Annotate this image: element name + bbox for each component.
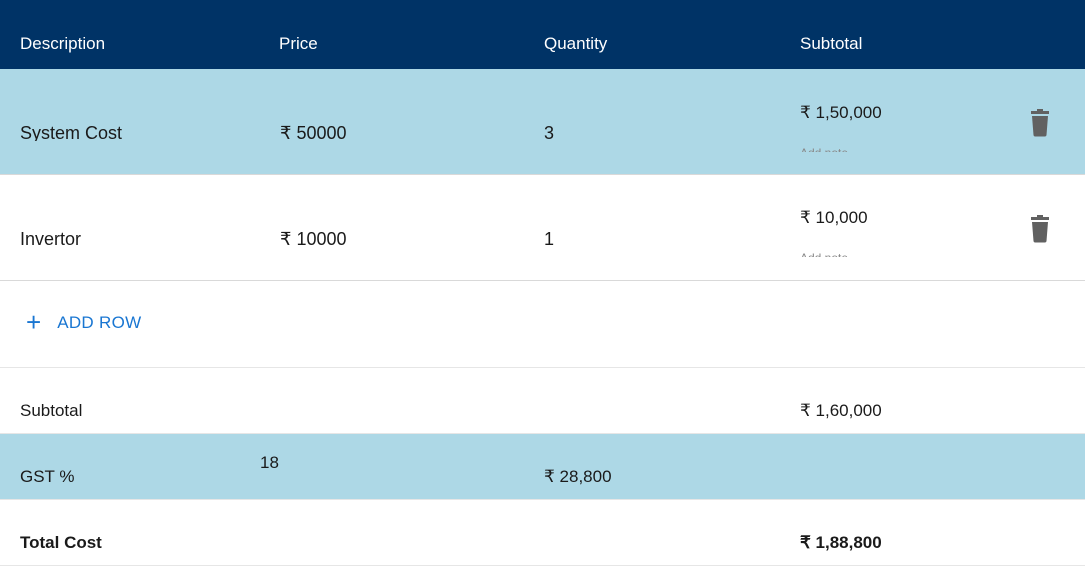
row-subtotal: ₹ 1,50,000 — [800, 103, 882, 122]
gst-row: GST % 18 ₹ 28,800 — [0, 434, 1085, 500]
total-label: Total Cost — [20, 533, 102, 552]
add-row-section: + ADD ROW — [0, 281, 1085, 368]
trash-icon[interactable] — [1028, 215, 1052, 243]
header-description: Description — [20, 34, 106, 53]
plus-icon: + — [26, 307, 42, 337]
table-row[interactable]: System Cost ₹ 50000 3 ₹ 1,50,000 Add not… — [0, 69, 1085, 175]
add-row-label: ADD ROW — [57, 313, 142, 332]
subtotal-row: Subtotal ₹ 1,60,000 — [0, 367, 1085, 434]
header-quantity: Quantity — [544, 34, 608, 53]
header-subtotal: Subtotal — [800, 34, 863, 53]
price-input[interactable]: ₹ 50000 — [280, 119, 500, 141]
total-row: Total Cost ₹ 1,88,800 — [0, 500, 1085, 566]
trash-icon[interactable] — [1028, 109, 1052, 137]
gst-percent-input[interactable]: 18 — [260, 452, 510, 472]
description-input[interactable]: Invertor — [20, 225, 240, 247]
line-items-table: Description Price Quantity Subtotal Syst… — [0, 0, 1085, 566]
description-input[interactable]: System Cost — [20, 119, 240, 141]
note-input[interactable]: Add note — [800, 249, 920, 257]
gst-amount: ₹ 28,800 — [544, 467, 612, 486]
quantity-input[interactable]: 1 — [544, 225, 744, 247]
subtotal-value: ₹ 1,60,000 — [800, 401, 882, 420]
gst-label: GST % — [20, 467, 75, 486]
row-subtotal: ₹ 10,000 — [800, 208, 868, 227]
table-row[interactable]: Invertor ₹ 10000 1 ₹ 10,000 Add note — [0, 175, 1085, 281]
header-price: Price — [279, 34, 318, 53]
quantity-input[interactable]: 3 — [544, 119, 744, 141]
subtotal-label: Subtotal — [20, 401, 83, 420]
total-value: ₹ 1,88,800 — [800, 533, 882, 552]
table-header: Description Price Quantity Subtotal — [0, 0, 1085, 69]
add-row-button[interactable]: + ADD ROW — [26, 307, 142, 337]
price-input[interactable]: ₹ 10000 — [280, 225, 500, 247]
note-input[interactable]: Add note — [800, 144, 920, 152]
